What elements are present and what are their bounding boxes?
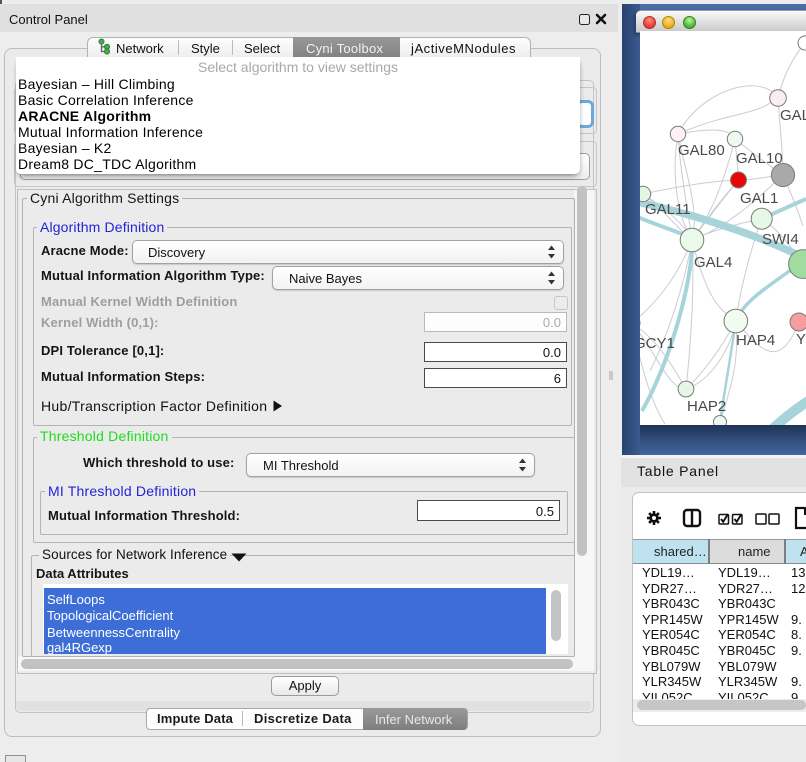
svg-text:GAL4: GAL4 — [694, 254, 732, 271]
svg-text:GAL11: GAL11 — [645, 201, 691, 218]
svg-text:Y: Y — [796, 331, 806, 348]
svg-text:SWI4: SWI4 — [762, 231, 799, 248]
svg-text:GAL80: GAL80 — [678, 142, 725, 159]
svg-text:GAL1: GAL1 — [740, 190, 778, 207]
svg-text:GCY1: GCY1 — [640, 335, 675, 352]
svg-text:HAP4: HAP4 — [736, 332, 775, 349]
svg-text:GAL10: GAL10 — [736, 150, 783, 167]
svg-text:GAL: GAL — [780, 107, 806, 124]
svg-text:HAP2: HAP2 — [687, 398, 726, 415]
